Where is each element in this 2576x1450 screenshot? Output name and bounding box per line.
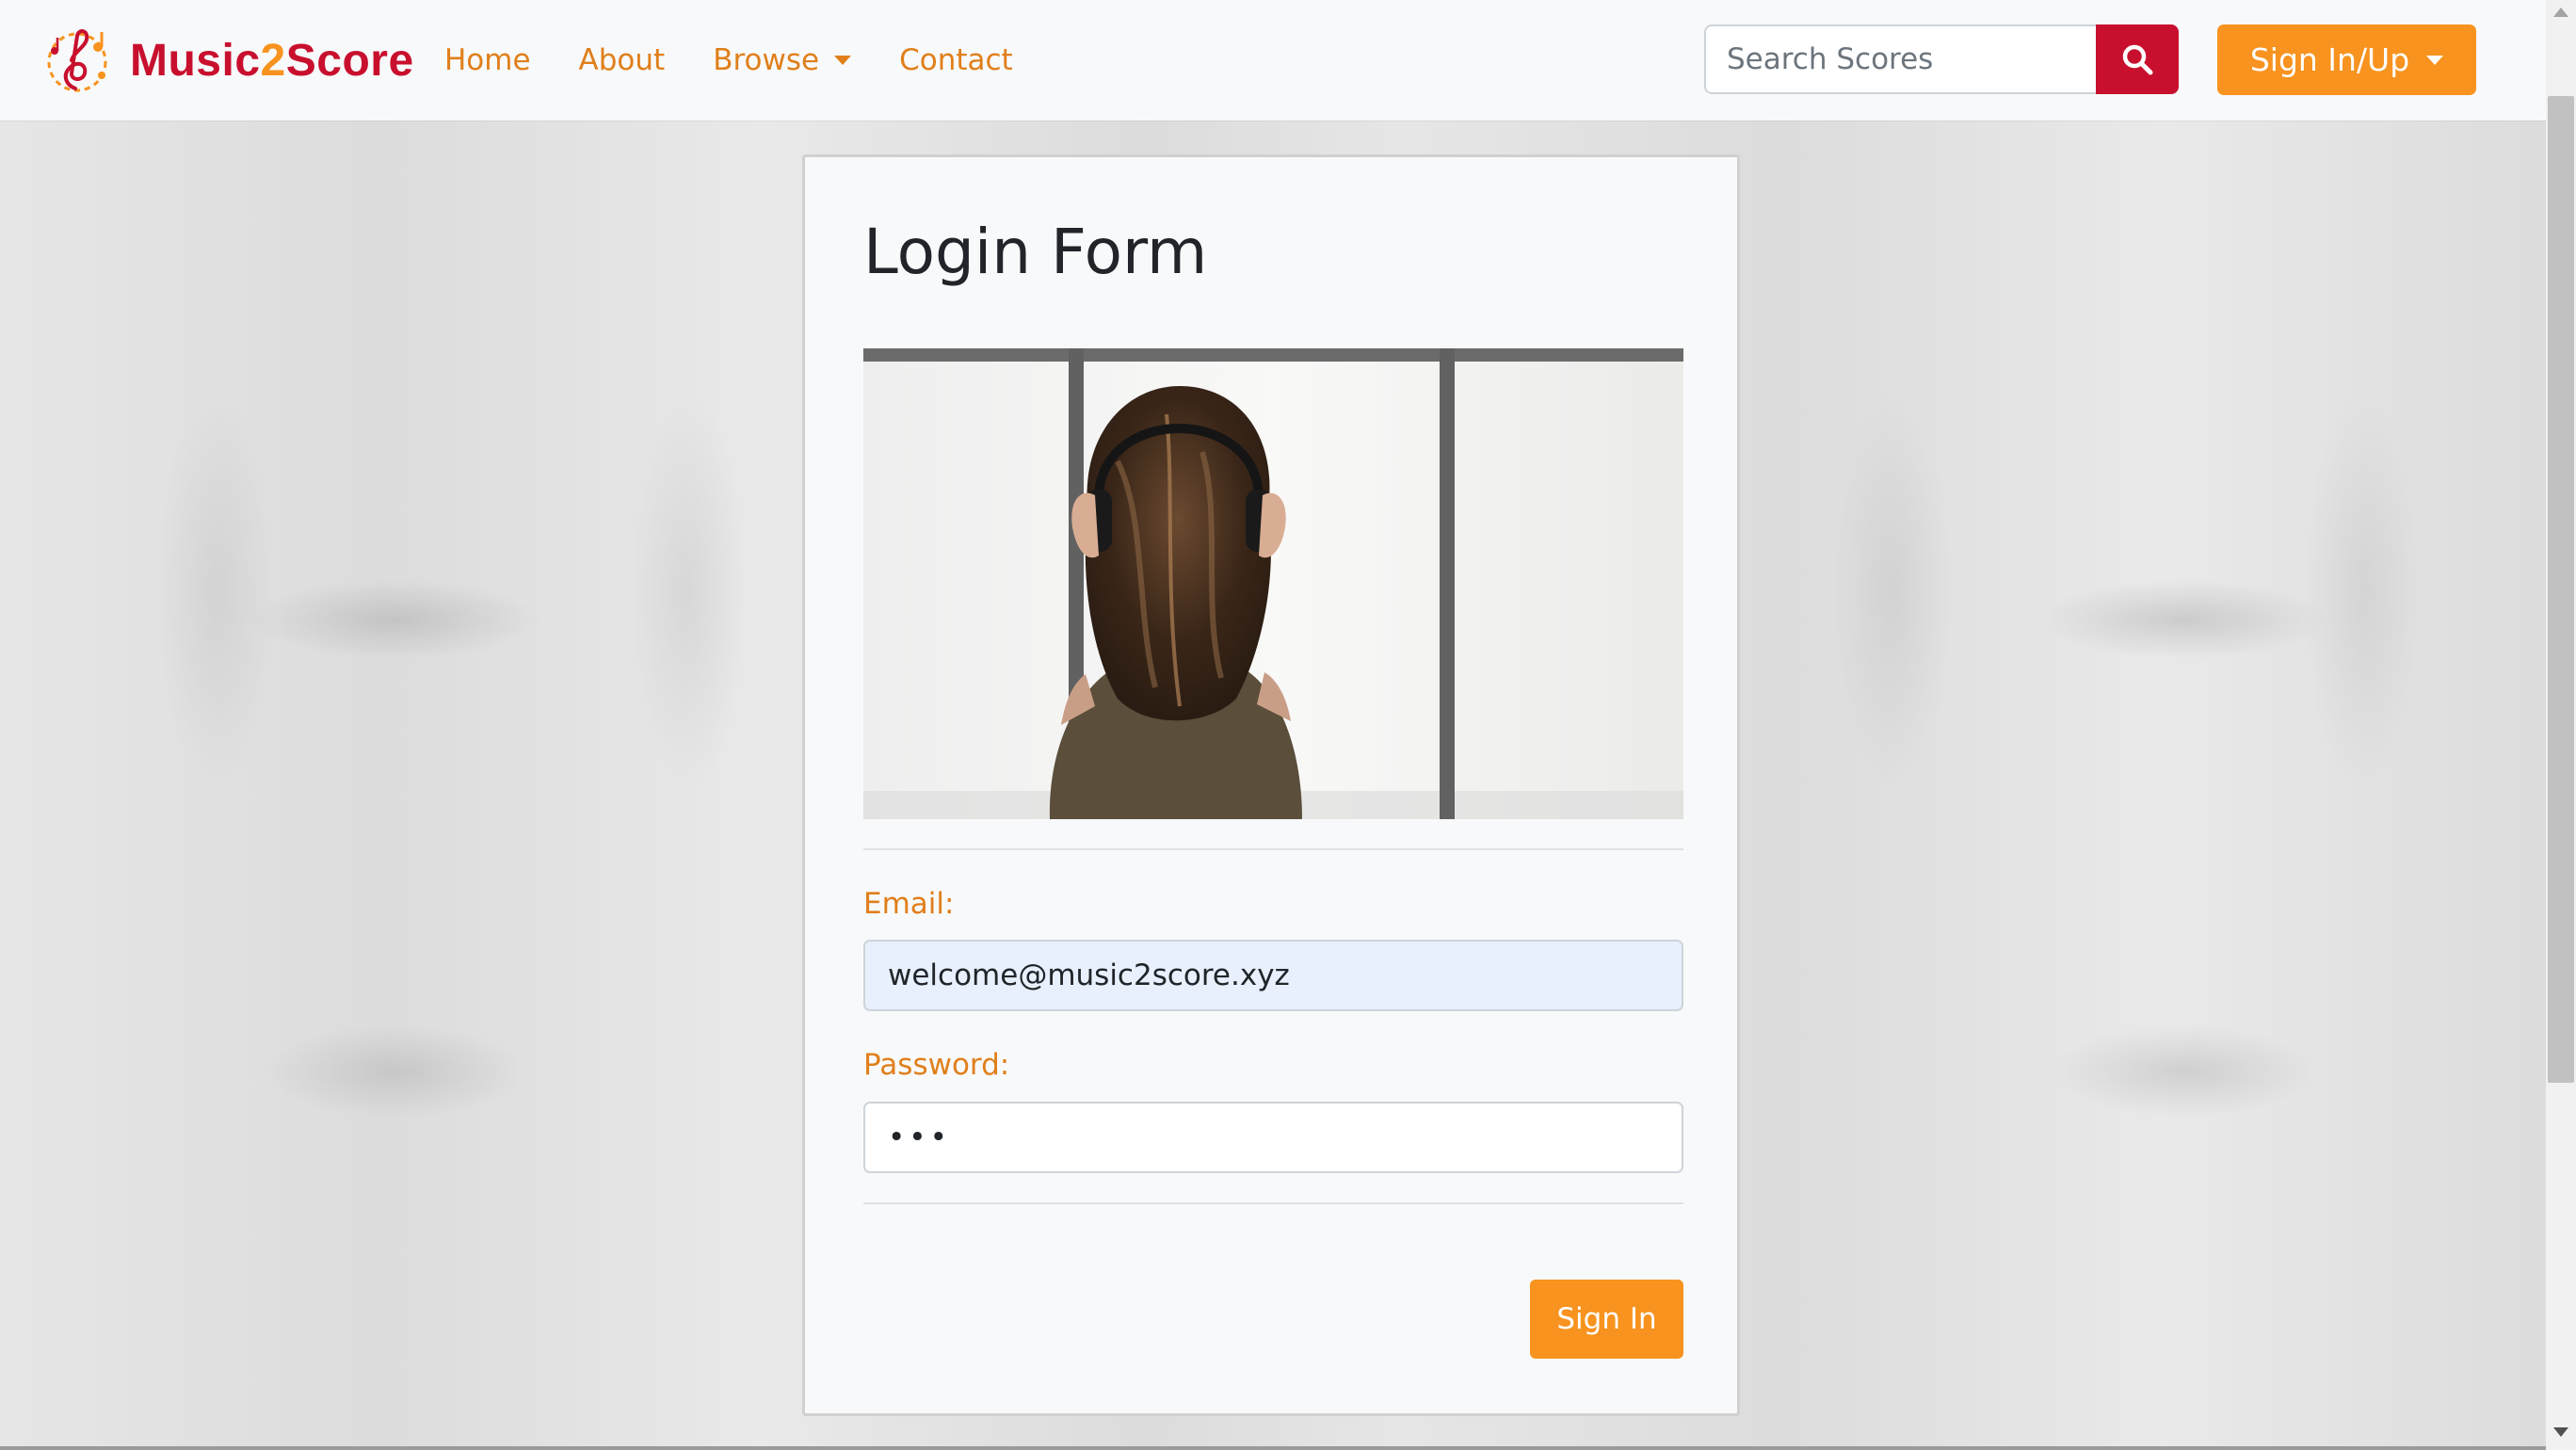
headphones-photo — [863, 348, 1683, 819]
brand-name: Music2Score — [130, 35, 414, 86]
nav-browse-dropdown[interactable]: Browse — [713, 43, 852, 77]
vertical-scrollbar[interactable] — [2546, 0, 2576, 1450]
chevron-down-icon — [834, 56, 852, 65]
search-button[interactable] — [2096, 24, 2179, 94]
top-navbar: Music2Score Home About Browse Contact Si… — [0, 0, 2546, 121]
divider — [863, 1202, 1683, 1204]
main-nav: Home About Browse Contact — [444, 0, 1061, 121]
sign-in-button[interactable]: Sign In — [1530, 1280, 1683, 1359]
brand-link[interactable]: Music2Score — [40, 23, 414, 98]
email-field[interactable] — [863, 940, 1683, 1011]
password-field[interactable] — [863, 1102, 1683, 1173]
chevron-down-icon — [2426, 55, 2444, 65]
scroll-down-icon[interactable] — [2553, 1427, 2568, 1437]
nav-home-link[interactable]: Home — [444, 43, 531, 77]
login-card: Login Form Email: welcome@music2score.xy… — [802, 154, 1740, 1416]
nav-browse-label: Browse — [713, 43, 820, 77]
sign-in-up-label: Sign In/Up — [2249, 41, 2410, 78]
divider — [863, 848, 1683, 850]
page-title: Login Form — [863, 216, 1208, 288]
scroll-up-icon[interactable] — [2553, 8, 2568, 17]
email-label: Email: — [863, 887, 955, 921]
password-label: Password: — [863, 1048, 1010, 1082]
search-input[interactable] — [1704, 24, 2096, 94]
nav-contact-link[interactable]: Contact — [899, 43, 1013, 77]
scrollbar-thumb[interactable] — [2548, 96, 2574, 1083]
sign-in-up-dropdown-button[interactable]: Sign In/Up — [2217, 24, 2476, 95]
search-icon — [2122, 44, 2153, 75]
bottom-edge — [0, 1446, 2546, 1450]
nav-about-link[interactable]: About — [579, 43, 666, 77]
music-note-logo-icon — [47, 29, 107, 92]
